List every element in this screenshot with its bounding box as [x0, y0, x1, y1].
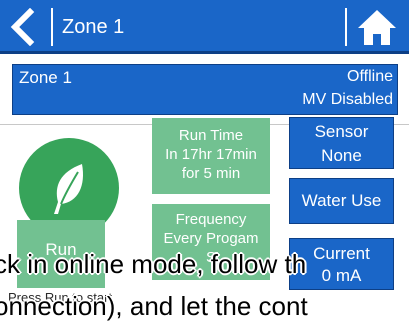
header-divider-right: [345, 8, 347, 46]
zone-name: Zone 1: [19, 68, 72, 87]
run-time-tile: Run Time In 17hr 17min for 5 min: [152, 118, 270, 194]
overlay-text-line-1: ck in online mode, follow th: [0, 249, 307, 279]
top-header: Zone 1: [0, 0, 409, 54]
back-button[interactable]: [6, 7, 40, 47]
leaf-icon: [54, 164, 84, 214]
header-divider: [51, 8, 53, 46]
sensor-value: None: [321, 146, 362, 165]
sensor-label: Sensor: [314, 122, 369, 141]
chevron-left-icon: [10, 7, 35, 47]
run-time-label: Run Time: [178, 127, 244, 144]
sensor-button[interactable]: Sensor None: [289, 117, 394, 169]
connection-status: Offline: [347, 68, 393, 85]
overlay-text-line-2: onnection), and let the cont: [0, 291, 308, 321]
water-use-button[interactable]: Water Use: [289, 178, 394, 224]
page-title: Zone 1: [62, 16, 125, 38]
zone-status-panel: Zone 1 Offline MV Disabled: [12, 64, 398, 115]
frequency-value: Every Progam: [163, 230, 259, 247]
run-time-duration: for 5 min: [181, 165, 241, 182]
home-button[interactable]: [355, 7, 399, 47]
frequency-label: Frequency: [175, 211, 247, 228]
master-valve-status: MV Disabled: [302, 91, 393, 108]
home-icon: [358, 10, 396, 45]
run-time-next: In 17hr 17min: [165, 146, 257, 163]
